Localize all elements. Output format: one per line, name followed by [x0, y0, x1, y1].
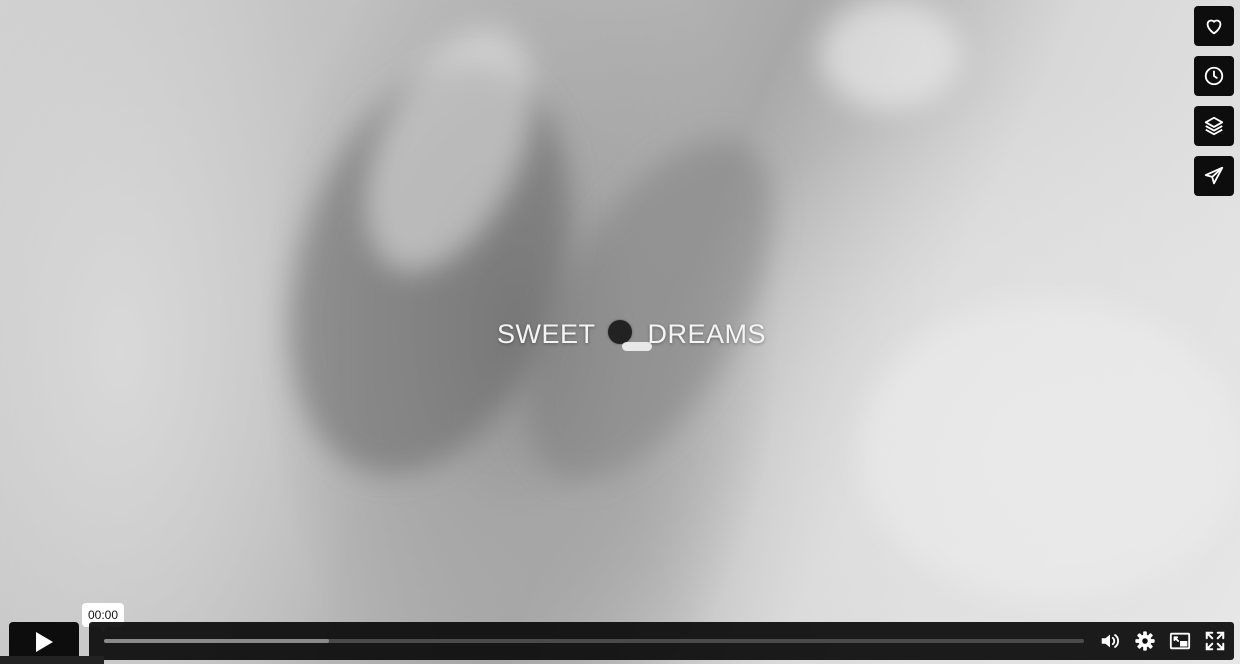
moon-with-cloud-icon: [606, 318, 652, 351]
settings-gear-icon: [1135, 631, 1155, 651]
fabric-highlight-top: [820, 0, 960, 110]
player-controls: [0, 620, 1240, 664]
volume-button[interactable]: [1099, 630, 1121, 652]
control-icons: [1099, 630, 1226, 652]
watch-later-button[interactable]: [1194, 56, 1234, 96]
video-frame[interactable]: SWEET DREAMS: [0, 0, 1240, 664]
share-button[interactable]: [1194, 156, 1234, 196]
title-word-sweet: SWEET: [497, 318, 596, 349]
collections-button[interactable]: [1194, 106, 1234, 146]
heart-icon: [1206, 19, 1222, 35]
bottom-edge-strip: [0, 656, 104, 664]
progress-track[interactable]: [104, 639, 1084, 643]
clock-icon: [1204, 66, 1224, 86]
picture-in-picture-icon: [1169, 632, 1191, 650]
fullscreen-button[interactable]: [1204, 630, 1226, 652]
pip-button[interactable]: [1169, 630, 1191, 652]
settings-button[interactable]: [1134, 630, 1156, 652]
volume-icon: [1101, 634, 1119, 648]
sweet-dreams-title: SWEET DREAMS: [497, 316, 766, 352]
layers-icon: [1204, 116, 1224, 136]
buffered-progress: [104, 639, 330, 643]
side-action-buttons: [1194, 6, 1234, 196]
fullscreen-icon: [1205, 631, 1225, 651]
play-icon: [36, 632, 53, 652]
fabric-light-area: [860, 300, 1240, 600]
control-bar: [89, 622, 1234, 660]
like-button[interactable]: [1194, 6, 1234, 46]
paper-plane-icon: [1204, 166, 1224, 185]
title-word-dreams: DREAMS: [647, 318, 767, 349]
